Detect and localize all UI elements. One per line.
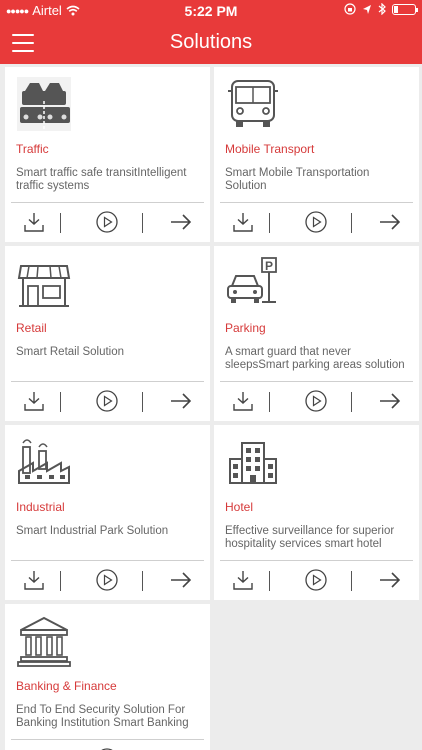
svg-text:P: P [265, 259, 273, 273]
play-icon[interactable] [305, 390, 327, 412]
location-icon [363, 4, 371, 14]
solution-card-hotel[interactable]: Hotel Effective surveillance for superio… [214, 425, 419, 600]
solution-card-banking-finance[interactable]: Banking & Finance End To End Security So… [5, 604, 210, 750]
arrow-right-icon[interactable] [379, 211, 401, 233]
download-icon[interactable] [232, 390, 254, 412]
lock-rotation-icon [344, 3, 356, 15]
card-title: Parking [225, 321, 266, 335]
app-header: Solutions [0, 22, 422, 64]
bus-icon [228, 80, 278, 127]
card-title: Traffic [16, 142, 49, 156]
battery-icon [392, 3, 418, 15]
download-icon[interactable] [23, 569, 45, 591]
download-icon[interactable] [23, 211, 45, 233]
play-icon[interactable] [96, 569, 118, 591]
card-title: Hotel [225, 500, 254, 514]
solution-card-parking[interactable]: P Parking A smart guard that never sleep… [214, 246, 419, 421]
card-description: Smart Industrial Park Solution [16, 525, 169, 537]
card-description: A smart guard that never sleepsSmart par… [225, 346, 405, 371]
arrow-right-icon[interactable] [170, 569, 192, 591]
bank-icon [17, 616, 71, 667]
card-title: Mobile Transport [225, 142, 315, 156]
download-icon[interactable] [23, 390, 45, 412]
solution-card-industrial[interactable]: Industrial Smart Industrial Park Solutio… [5, 425, 210, 600]
download-icon[interactable] [232, 569, 254, 591]
card-title: Banking & Finance [16, 679, 117, 693]
solution-card-retail[interactable]: Retail Smart Retail Solution [5, 246, 210, 421]
status-bar: ●●●●● Airtel 5:22 PM [0, 0, 422, 22]
traffic-cars-icon [17, 77, 71, 131]
card-description: Smart Retail Solution [16, 346, 125, 358]
solution-card-traffic[interactable]: Traffic Smart traffic safe transitIntell… [5, 67, 210, 242]
factory-icon [18, 439, 70, 484]
card-title: Industrial [16, 500, 65, 514]
card-description: End To End Security Solution For Banking… [16, 704, 189, 729]
bluetooth-icon [378, 3, 386, 15]
solution-card-mobile-transport[interactable]: Mobile Transport Smart Mobile Transporta… [214, 67, 419, 242]
play-icon[interactable] [96, 390, 118, 412]
parking-icon: P [227, 257, 277, 303]
arrow-right-icon[interactable] [379, 569, 401, 591]
card-description: Smart traffic safe transitIntelligent tr… [16, 167, 187, 192]
card-title: Retail [16, 321, 47, 335]
page-title: Solutions [169, 31, 253, 53]
arrow-right-icon[interactable] [170, 211, 192, 233]
card-description: Effective surveillance for superior hosp… [225, 525, 395, 550]
arrow-right-icon[interactable] [379, 390, 401, 412]
play-icon[interactable] [305, 211, 327, 233]
storefront-icon [17, 265, 71, 307]
arrow-right-icon[interactable] [170, 390, 192, 412]
card-description: Smart Mobile Transportation Solution [225, 167, 370, 192]
play-icon[interactable] [96, 211, 118, 233]
download-icon[interactable] [232, 211, 254, 233]
hotel-building-icon [229, 442, 277, 484]
play-icon[interactable] [305, 569, 327, 591]
